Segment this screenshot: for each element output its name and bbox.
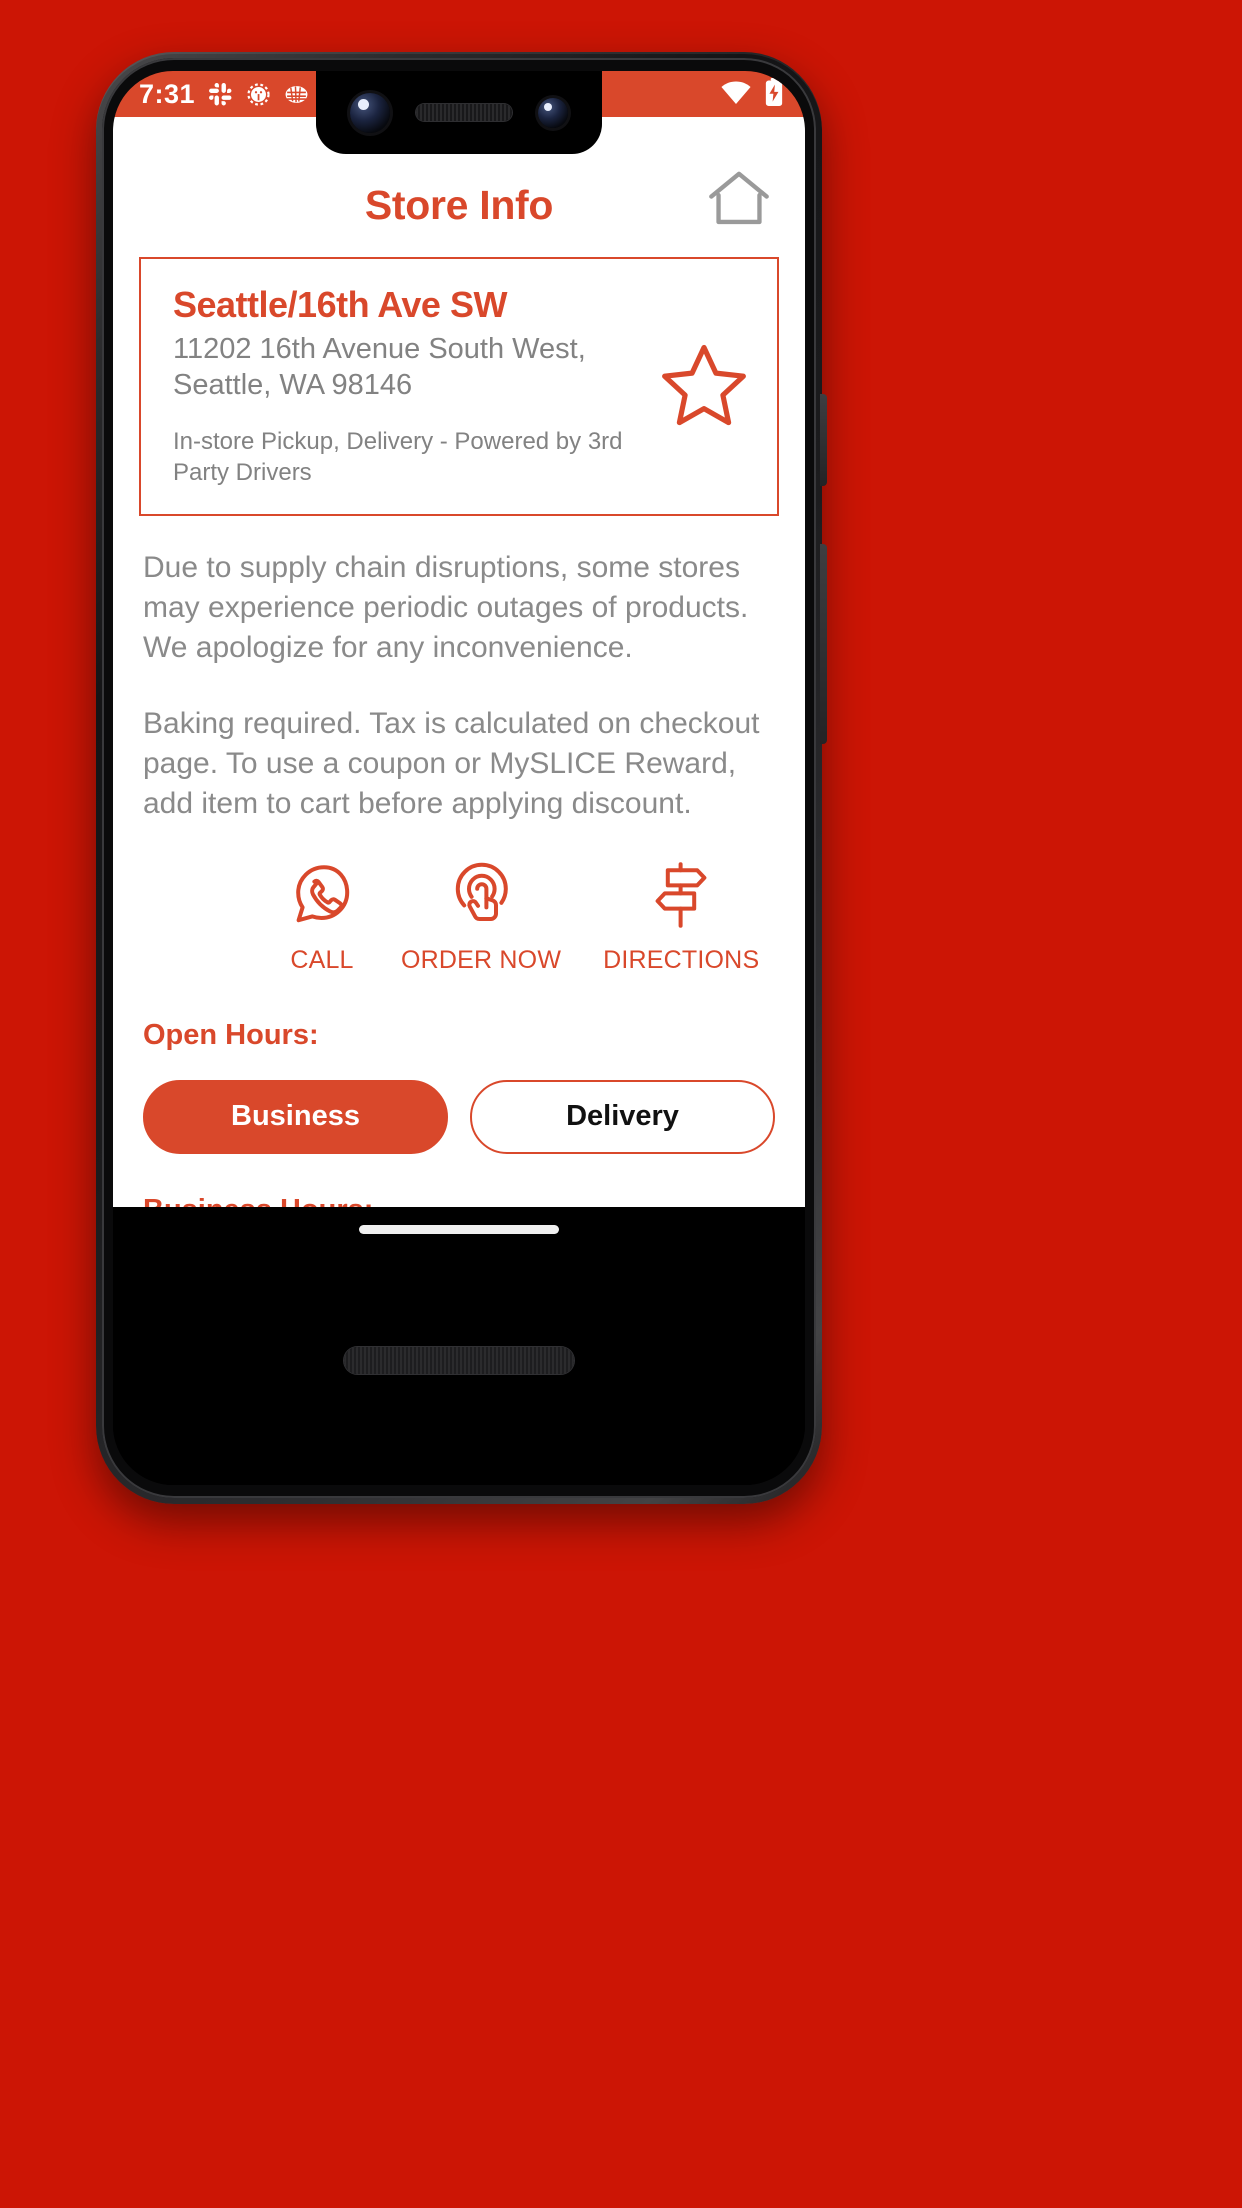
phone-bezel: 7:31 Store Info Seattle/16th Ave SW 1120… (102, 58, 816, 1498)
home-button[interactable] (707, 171, 771, 229)
actions-row: CALL ORDER NOW DIRECTIONS (113, 858, 805, 975)
slack-icon (208, 82, 233, 107)
android-debug-icon (246, 82, 271, 107)
bottom-nav-area (113, 1207, 805, 1485)
gesture-nav-pill[interactable] (359, 1225, 559, 1234)
wifi-icon (720, 79, 752, 110)
store-card-text: Seattle/16th Ave SW 11202 16th Avenue So… (173, 284, 647, 488)
power-button[interactable] (820, 394, 827, 486)
call-label: CALL (290, 945, 354, 974)
app-viewport: Store Info Seattle/16th Ave SW 11202 16t… (113, 117, 805, 1207)
phone-screen: 7:31 Store Info Seattle/16th Ave SW 1120… (113, 71, 805, 1485)
tab-business[interactable]: Business (143, 1079, 448, 1154)
star-outline-icon (660, 342, 748, 431)
front-camera-icon (350, 92, 390, 133)
directions-label: DIRECTIONS (603, 945, 760, 974)
hours-section: Business Hours: SUN 11:00 am to 07:00 pm… (113, 1194, 805, 1207)
notice-baking-tax: Baking required. Tax is calculated on ch… (143, 707, 760, 820)
phone-device: 7:31 Store Info Seattle/16th Ave SW 1120… (96, 52, 827, 1504)
status-bar-left: 7:31 (139, 78, 309, 109)
home-icon (708, 170, 770, 231)
tab-delivery[interactable]: Delivery (470, 1079, 775, 1154)
tap-finger-icon (444, 858, 518, 932)
hours-tabs: Business Delivery (113, 1079, 805, 1154)
store-address: 11202 16th Avenue South West, Seattle, W… (173, 333, 586, 401)
camera-notch (316, 71, 602, 154)
directions-button[interactable]: DIRECTIONS (603, 858, 759, 975)
order-now-button[interactable]: ORDER NOW (401, 858, 561, 975)
order-now-label: ORDER NOW (401, 945, 562, 974)
status-bar-clock: 7:31 (139, 78, 196, 109)
hours-title: Business Hours: (143, 1194, 775, 1207)
store-name: Seattle/16th Ave SW (173, 284, 507, 325)
earpiece-speaker (416, 104, 512, 121)
phone-call-icon (285, 858, 359, 932)
status-bar-right (720, 77, 783, 111)
store-card[interactable]: Seattle/16th Ave SW 11202 16th Avenue So… (139, 257, 779, 517)
favorite-button[interactable] (657, 340, 751, 434)
open-hours-label: Open Hours: (143, 1018, 319, 1051)
notice-supply-chain: Due to supply chain disruptions, some st… (143, 551, 749, 665)
secondary-camera-icon (538, 97, 568, 128)
signpost-icon (644, 858, 718, 932)
call-button[interactable]: CALL (285, 858, 359, 975)
store-services: In-store Pickup, Delivery - Powered by 3… (173, 428, 623, 487)
page-title: Store Info (364, 182, 554, 228)
speaker-grille (344, 1347, 574, 1374)
notices: Due to supply chain disruptions, some st… (113, 548, 805, 823)
volume-button[interactable] (820, 544, 827, 744)
battery-charging-icon (765, 77, 783, 111)
app-icon (284, 82, 309, 107)
